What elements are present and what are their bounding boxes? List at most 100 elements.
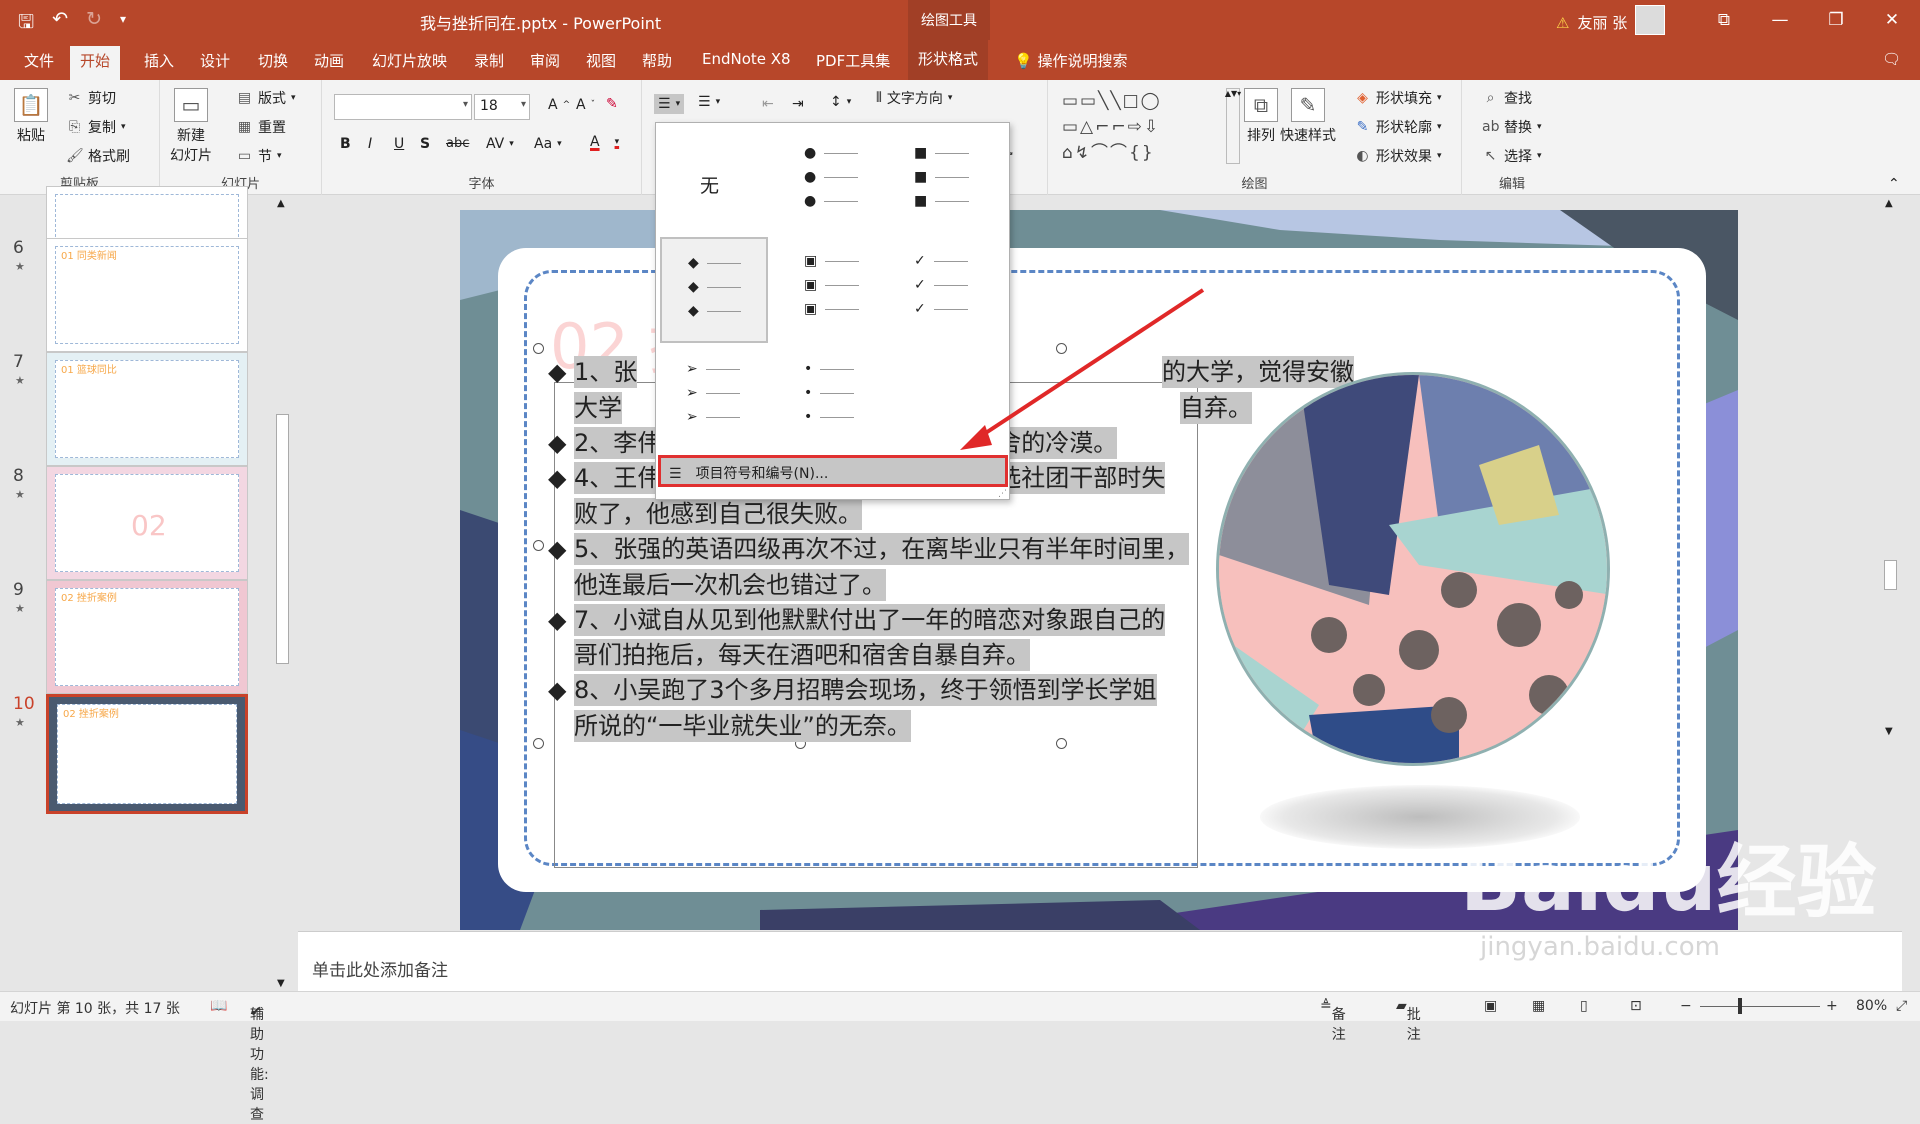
new-slide-button[interactable]: ▭ 新建 幻灯片 bbox=[170, 88, 212, 165]
shapes-gallery[interactable]: ▭▭╲╲□◯ ▭△⌐⌐⇨⇩ ⌂↯⌒⌒{} bbox=[1062, 88, 1222, 168]
shape-effects-button[interactable]: ◐ 形状效果 ▾ bbox=[1354, 146, 1441, 166]
bullets-and-numbering-menu-item[interactable]: ☰ 项目符号和编号(N)... bbox=[658, 455, 1008, 487]
zoom-slider-thumb[interactable] bbox=[1738, 998, 1742, 1014]
arrange-button[interactable]: ⧉ 排列 bbox=[1244, 88, 1278, 145]
bold-button[interactable]: B bbox=[340, 136, 351, 152]
select-button[interactable]: ↖ 选择 ▾ bbox=[1482, 146, 1542, 166]
slide-row-10[interactable]: 10 ★ 02 挫折案例 bbox=[0, 692, 270, 814]
slide-thumbnail[interactable]: 01 篮球同比 bbox=[46, 352, 248, 466]
underline-button[interactable]: U bbox=[394, 136, 404, 152]
cut-button[interactable]: ✂ 剪切 bbox=[66, 88, 116, 108]
slide-thumbnail[interactable]: 02 挫折案例 bbox=[46, 580, 248, 694]
collapse-ribbon-icon[interactable]: ⌃ bbox=[1888, 176, 1900, 192]
zoom-in-icon[interactable]: + bbox=[1826, 998, 1838, 1014]
paste-button[interactable]: 📋 粘贴 bbox=[14, 88, 48, 145]
zoom-slider[interactable] bbox=[1700, 1006, 1820, 1007]
line-spacing-button[interactable]: ↕ ▾ bbox=[830, 94, 851, 110]
resize-grip-icon[interactable]: ⋰ bbox=[998, 489, 1007, 499]
tab-home[interactable]: 开始 bbox=[70, 46, 121, 80]
replace-button[interactable]: ab 替换 ▾ bbox=[1482, 117, 1542, 137]
tab-design[interactable]: 设计 bbox=[192, 48, 238, 73]
minimize-icon[interactable]: — bbox=[1752, 0, 1808, 40]
decrease-indent-icon[interactable]: ⇤ bbox=[762, 96, 774, 112]
reset-button[interactable]: ▦ 重置 bbox=[236, 117, 286, 137]
change-case-button[interactable]: Aa ▾ bbox=[534, 136, 562, 152]
slideshow-icon[interactable]: ⊡ bbox=[1630, 998, 1642, 1014]
notes-toggle[interactable]: ≜ 备注 bbox=[1320, 998, 1346, 1043]
fit-slide-icon[interactable]: ⤢ bbox=[1896, 998, 1907, 1014]
shrink-font-button[interactable]: Aˇ bbox=[576, 97, 595, 113]
slide-thumbnail[interactable]: 01 同类新闻 bbox=[46, 238, 248, 352]
slide-row-9[interactable]: 9 ★ 02 挫折案例 bbox=[0, 578, 270, 696]
bullet-option-hollow-square[interactable]: ▣ ▣ ▣ bbox=[778, 237, 886, 343]
tab-slideshow[interactable]: 幻灯片放映 bbox=[364, 48, 455, 73]
tab-transitions[interactable]: 切换 bbox=[250, 48, 296, 73]
layout-button[interactable]: ▤ 版式 ▾ bbox=[236, 88, 296, 108]
slide-row-6[interactable]: 6 ★ 01 同类新闻 bbox=[0, 236, 270, 354]
clear-format-icon[interactable]: ✎ bbox=[606, 96, 618, 112]
bullet-option-none[interactable]: 无 bbox=[660, 127, 768, 233]
font-size-combo[interactable]: 18 ▾ bbox=[474, 94, 530, 120]
close-icon[interactable]: ✕ bbox=[1864, 0, 1920, 40]
avatar[interactable] bbox=[1635, 5, 1666, 35]
thumbnail-scrollbar[interactable]: ▲ ▼ bbox=[274, 196, 291, 991]
tab-help[interactable]: 帮助 bbox=[634, 48, 680, 73]
find-button[interactable]: ⌕ 查找 bbox=[1482, 88, 1532, 108]
bullet-option-filled-square[interactable]: ■ ■ ■ bbox=[888, 127, 996, 233]
scroll-up-icon[interactable]: ▲ bbox=[277, 198, 285, 209]
redo-icon[interactable]: ↻ bbox=[86, 8, 102, 40]
italic-button[interactable]: I bbox=[368, 136, 372, 152]
user-account[interactable]: ⚠ 友丽 张 bbox=[1556, 5, 1666, 35]
scrollbar-thumb[interactable] bbox=[1884, 560, 1897, 590]
grow-font-button[interactable]: A ^ bbox=[548, 97, 570, 113]
bullets-button[interactable]: ☰ ▾ bbox=[654, 94, 685, 114]
normal-view-icon[interactable]: ▣ bbox=[1484, 998, 1497, 1014]
tab-animations[interactable]: 动画 bbox=[306, 48, 352, 73]
resize-handle[interactable] bbox=[1056, 343, 1067, 354]
comments-toggle[interactable]: ▰ 批注 bbox=[1396, 998, 1421, 1043]
ribbon-display-icon[interactable]: ⧉ bbox=[1696, 0, 1752, 40]
tab-pdf[interactable]: PDF工具集 bbox=[808, 48, 898, 73]
shadow-button[interactable]: S bbox=[420, 136, 430, 152]
bullet-option-small-dot[interactable]: • • • bbox=[778, 345, 886, 451]
tab-view[interactable]: 视图 bbox=[578, 48, 624, 73]
zoom-out-icon[interactable]: − bbox=[1680, 998, 1692, 1014]
editor-scrollbar[interactable]: ▲ ▼ bbox=[1882, 196, 1899, 756]
numbering-button[interactable]: ☰ ▾ bbox=[698, 94, 720, 110]
slide-row-7[interactable]: 7 ★ 01 篮球同比 bbox=[0, 350, 270, 468]
shape-fill-button[interactable]: ◈ 形状填充 ▾ bbox=[1354, 88, 1441, 108]
tab-insert[interactable]: 插入 bbox=[136, 48, 182, 73]
tab-record[interactable]: 录制 bbox=[466, 48, 512, 73]
save-icon[interactable]: 🖫 bbox=[18, 8, 34, 40]
shapes-scroll[interactable]: ▲▼▾ bbox=[1225, 88, 1241, 164]
zoom-level[interactable]: 80% bbox=[1856, 998, 1887, 1014]
customize-qat-icon[interactable]: ▾ bbox=[120, 12, 126, 40]
increase-indent-icon[interactable]: ⇥ bbox=[792, 96, 804, 112]
spell-check-icon[interactable]: 📖 bbox=[210, 998, 227, 1014]
font-color-button[interactable]: A ▾ bbox=[590, 134, 619, 150]
undo-icon[interactable]: ↶ bbox=[52, 8, 68, 40]
tab-file[interactable]: 文件 bbox=[16, 48, 62, 73]
restore-icon[interactable]: ❐ bbox=[1808, 0, 1864, 40]
slide-sorter-icon[interactable]: ▦ bbox=[1532, 998, 1545, 1014]
tab-endnote[interactable]: EndNote X8 bbox=[694, 48, 799, 70]
font-name-combo[interactable]: ▾ bbox=[334, 94, 472, 120]
bullet-option-filled-round[interactable]: ● ● ● bbox=[778, 127, 886, 233]
resize-handle[interactable] bbox=[533, 540, 544, 551]
resize-handle[interactable] bbox=[1056, 738, 1067, 749]
format-painter-button[interactable]: 🖌 格式刷 bbox=[66, 146, 130, 166]
char-spacing-button[interactable]: AV ▾ bbox=[486, 136, 514, 152]
reading-view-icon[interactable]: ▯ bbox=[1580, 998, 1588, 1014]
copy-button[interactable]: ⎘ 复制 ▾ bbox=[66, 117, 126, 137]
strikethrough-button[interactable]: abc bbox=[446, 136, 469, 151]
scroll-down-icon[interactable]: ▼ bbox=[1885, 726, 1893, 737]
tab-shape-format[interactable]: 形状格式 bbox=[908, 40, 989, 80]
tell-me-search[interactable]: 💡 操作说明搜索 bbox=[1006, 48, 1135, 73]
scroll-up-icon[interactable]: ▲ bbox=[1885, 198, 1893, 209]
quick-styles-button[interactable]: ✎ 快速样式 bbox=[1280, 88, 1336, 145]
bullet-option-arrow[interactable]: ➢ ➢ ➢ bbox=[660, 345, 768, 451]
scroll-down-icon[interactable]: ▼ bbox=[277, 978, 285, 989]
slide-thumbnail-selected[interactable]: 02 挫折案例 bbox=[46, 694, 248, 814]
section-button[interactable]: ▭ 节 ▾ bbox=[236, 146, 282, 166]
resize-handle[interactable] bbox=[533, 738, 544, 749]
